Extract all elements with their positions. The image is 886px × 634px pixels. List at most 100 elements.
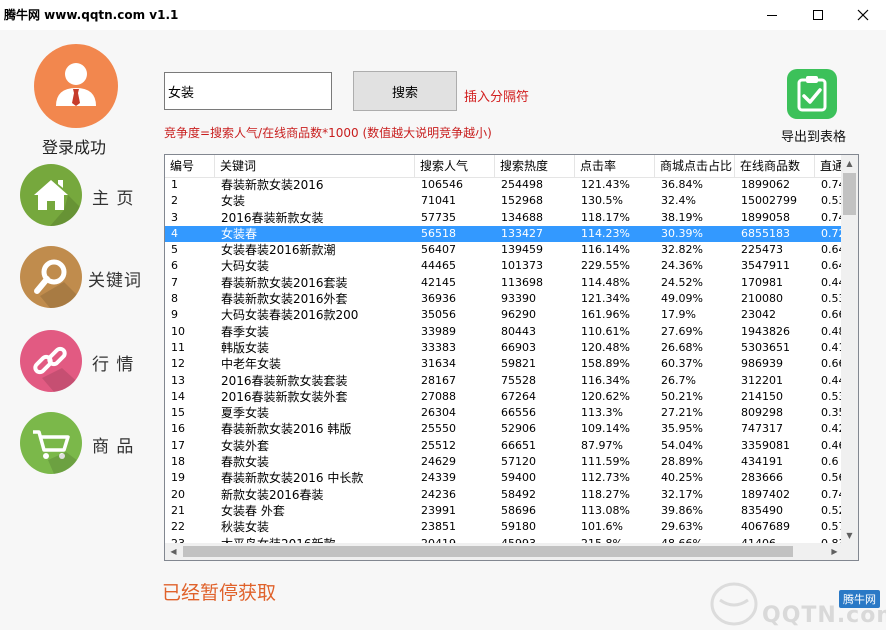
sidebar-item-products[interactable]: 商 品 xyxy=(20,412,150,476)
search-button[interactable]: 搜索 xyxy=(353,71,457,111)
table-cell: 80443 xyxy=(501,324,536,338)
table-cell: 56518 xyxy=(421,226,456,240)
table-row[interactable]: 7 春装新款女装2016套装 42145 113698 114.48% 24.52% 170… xyxy=(165,275,843,291)
column-header-search-heat[interactable]: 搜索热度 xyxy=(495,155,575,177)
table-cell: 54.04% xyxy=(661,438,703,452)
table-cell: 6 xyxy=(171,259,178,273)
table-cell: 0.53 xyxy=(821,292,843,306)
table-cell: 33383 xyxy=(421,340,456,354)
maximize-icon xyxy=(813,10,823,20)
table-cell: 158.89% xyxy=(581,357,630,371)
table-row[interactable]: 11 韩版女装 33383 66903 120.48% 26.68% 5303651 0.41 xyxy=(165,340,843,356)
table-cell: 3547911 xyxy=(741,259,790,273)
table-cell: 210080 xyxy=(741,292,783,306)
table-cell: 71041 xyxy=(421,194,456,208)
table-cell: 0.41 xyxy=(821,340,843,354)
column-header-keyword[interactable]: 关键词 xyxy=(215,155,415,177)
table-cell: 114.23% xyxy=(581,226,630,240)
table-row[interactable]: 18 春款女装 24629 57120 111.59% 28.89% 434191 0.6 xyxy=(165,454,843,470)
table-cell: 33989 xyxy=(421,324,456,338)
table-row[interactable]: 13 2016春装新款女装套装 28167 75528 116.34% 26.7% 3122… xyxy=(165,373,843,389)
column-header-mall-click-share[interactable]: 商城点击占比 xyxy=(655,155,735,177)
minimize-button[interactable] xyxy=(749,0,795,30)
link-icon xyxy=(20,330,82,392)
table-cell: 57735 xyxy=(421,210,456,224)
column-header-click-rate[interactable]: 点击率 xyxy=(575,155,655,177)
table-row[interactable]: 10 春季女装 33989 80443 110.61% 27.69% 1943826 0.48 xyxy=(165,324,843,340)
search-input[interactable] xyxy=(164,72,332,110)
table-row[interactable]: 1 春装新款女装2016 106546 254498 121.43% 36.84% 1899… xyxy=(165,177,843,193)
horizontal-scroll-thumb[interactable] xyxy=(183,546,793,557)
export-button[interactable] xyxy=(786,68,838,120)
scroll-left-icon[interactable]: ◀ xyxy=(165,543,182,560)
table-cell: 35.95% xyxy=(661,422,703,436)
table-cell: 40.25% xyxy=(661,471,703,485)
table-cell: 1899058 xyxy=(741,210,790,224)
table-row[interactable]: 21 女装春 外套 23991 58696 113.08% 39.86% 835490 0.5… xyxy=(165,503,843,519)
table-row[interactable]: 16 春装新款女装2016 韩版 25550 52906 109.14% 35.95% 74… xyxy=(165,421,843,437)
table-cell: 44465 xyxy=(421,259,456,273)
keyword-table[interactable]: 编号 关键词 搜索人气 搜索热度 点击率 商城点击占比 在线商品数 直通车参 1… xyxy=(164,154,859,561)
maximize-button[interactable] xyxy=(795,0,841,30)
table-cell: 23042 xyxy=(741,308,776,322)
table-cell: 0.46 xyxy=(821,438,843,452)
table-cell: 116.34% xyxy=(581,373,630,387)
column-header-search-popularity[interactable]: 搜索人气 xyxy=(415,155,495,177)
table-cell: 0.6 xyxy=(821,455,839,469)
sidebar-item-home[interactable]: 主 页 xyxy=(20,164,150,228)
column-header-online-products[interactable]: 在线商品数 xyxy=(735,155,815,177)
table-row[interactable]: 4 女装春 56518 133427 114.23% 30.39% 6855183 0.72 xyxy=(165,225,843,243)
table-cell: 1 xyxy=(171,178,178,191)
table-cell: 春款女装 xyxy=(221,455,270,470)
sidebar-item-label: 商 品 xyxy=(92,437,135,457)
table-cell: 女装春 xyxy=(221,226,258,241)
export-label[interactable]: 导出到表格 xyxy=(781,126,846,145)
column-header-through-train[interactable]: 直通车参 xyxy=(815,155,843,177)
table-cell: 835490 xyxy=(741,503,783,517)
scroll-up-icon[interactable]: ▲ xyxy=(841,155,858,172)
table-row[interactable]: 6 大码女装 44465 101373 229.55% 24.36% 3547911 0.64 xyxy=(165,258,843,274)
table-row[interactable]: 3 2016春装新款女装 57735 134688 118.17% 38.19% 18990… xyxy=(165,210,843,226)
table-row[interactable]: 9 大码女装春装2016款200 35056 96290 161.96% 17.9% 230… xyxy=(165,307,843,323)
table-row[interactable]: 2 女装 71041 152968 130.5% 32.4% 15002799 0.53 xyxy=(165,193,843,209)
table-cell: 139459 xyxy=(501,243,543,257)
column-header-id[interactable]: 编号 xyxy=(165,155,215,177)
table-row[interactable]: 12 中老年女装 31634 59821 158.89% 60.37% 986939 0.66 xyxy=(165,356,843,372)
table-cell: 18 xyxy=(171,455,185,469)
close-button[interactable] xyxy=(840,0,886,30)
table-row[interactable]: 8 春装新款女装2016外套 36936 93390 121.34% 49.09% 2100… xyxy=(165,291,843,307)
table-row[interactable]: 17 女装外套 25512 66651 87.97% 54.04% 3359081 0.46 xyxy=(165,438,843,454)
table-cell: 27.21% xyxy=(661,406,703,420)
table-cell: 225473 xyxy=(741,243,783,257)
table-cell: 113.3% xyxy=(581,406,623,420)
table-cell: 3 xyxy=(171,210,178,224)
sidebar-item-keywords[interactable]: 关键词 xyxy=(20,246,150,310)
insert-separator-link[interactable]: 插入分隔符 xyxy=(464,86,529,105)
table-row[interactable]: 19 春装新款女装2016 中长款 24339 59400 112.73% 40.25% 2… xyxy=(165,470,843,486)
table-cell: 女装外套 xyxy=(221,438,270,453)
table-cell: 42145 xyxy=(421,275,456,289)
table-cell: 57120 xyxy=(501,455,536,469)
sidebar-item-market[interactable]: 行 情 xyxy=(20,330,150,394)
table-cell: 26.68% xyxy=(661,340,703,354)
table-row[interactable]: 14 2016春装新款女装外套 27088 67264 120.62% 50.21% 214… xyxy=(165,389,843,405)
table-cell: 32.4% xyxy=(661,194,696,208)
table-cell: 254498 xyxy=(501,178,543,191)
table-cell: 121.34% xyxy=(581,292,630,306)
horizontal-scrollbar[interactable]: ◀ ▶ xyxy=(165,543,843,560)
table-row[interactable]: 20 新款女装2016春装 24236 58492 118.27% 32.17% 18974… xyxy=(165,487,843,503)
table-cell: 134688 xyxy=(501,210,543,224)
vertical-scroll-thumb[interactable] xyxy=(843,173,856,215)
table-row[interactable]: 15 夏季女装 26304 66556 113.3% 27.21% 809298 0.35 xyxy=(165,405,843,421)
user-avatar[interactable] xyxy=(34,44,118,128)
table-row[interactable]: 5 女装春装2016新款潮 56407 139459 116.14% 32.82% 2254… xyxy=(165,242,843,258)
table-cell: 39.86% xyxy=(661,503,703,517)
scrollbar-corner xyxy=(841,543,858,560)
scroll-down-icon[interactable]: ▼ xyxy=(841,527,858,544)
table-cell: 2016春装新款女装 xyxy=(221,210,324,225)
sidebar-item-label: 关键词 xyxy=(88,271,142,291)
table-row[interactable]: 22 秋装女装 23851 59180 101.6% 29.63% 4067689 0.57 xyxy=(165,519,843,535)
vertical-scrollbar[interactable]: ▲ ▼ xyxy=(841,155,858,544)
table-cell: 12 xyxy=(171,357,185,371)
table-cell: 韩版女装 xyxy=(221,340,270,355)
